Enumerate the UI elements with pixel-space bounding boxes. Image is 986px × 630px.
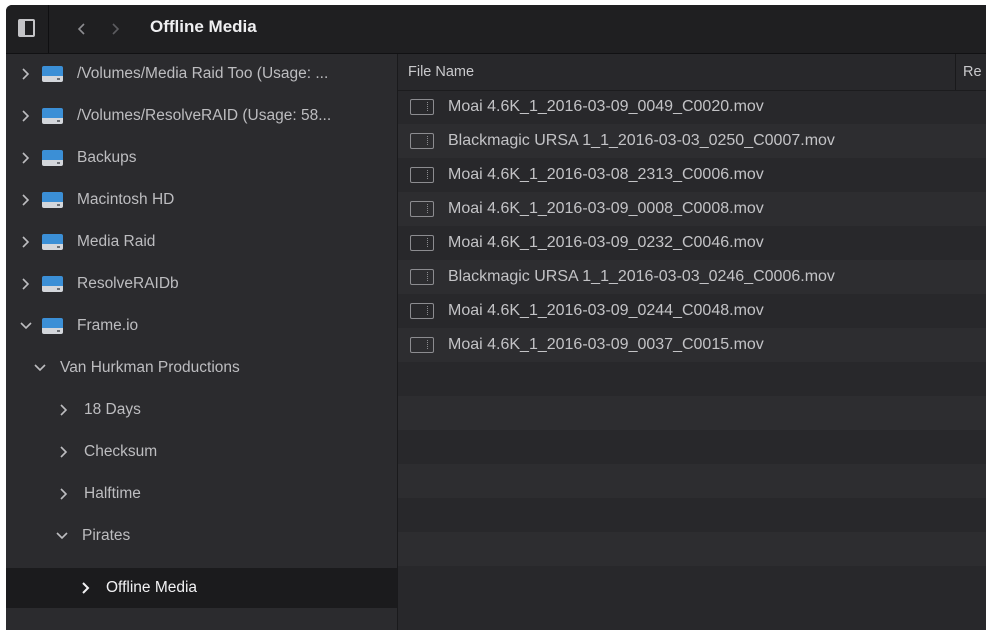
tree-item-macintosh-hd[interactable]: Macintosh HD [6, 180, 397, 220]
tree-item-label: ResolveRAIDb [77, 275, 179, 292]
drive-icon [42, 276, 63, 292]
tree-item-label: Macintosh HD [77, 191, 175, 208]
tree-item-resolveraidb[interactable]: ResolveRAIDb [6, 264, 397, 304]
film-clip-icon [410, 133, 434, 149]
file-rows: Moai 4.6K_1_2016-03-09_0049_C0020.mov Bl… [398, 90, 986, 600]
tree-item-offline-media[interactable]: Offline Media [6, 568, 397, 608]
column-header-reel[interactable]: Re [963, 64, 982, 80]
file-name: Blackmagic URSA 1_1_2016-03-03_0250_C000… [448, 132, 835, 149]
file-row[interactable]: Moai 4.6K_1_2016-03-09_0049_C0020.mov [398, 90, 986, 124]
drive-icon [42, 108, 63, 124]
chevron-left-icon [77, 23, 85, 35]
film-clip-icon [410, 269, 434, 285]
tree-item-18-days[interactable]: 18 Days [6, 390, 397, 430]
tree-item-label: Checksum [84, 443, 158, 460]
file-name: Moai 4.6K_1_2016-03-09_0244_C0048.mov [448, 302, 764, 319]
media-browser-window: Offline Media /Volumes/Media Raid Too (U… [6, 5, 986, 630]
forward-button[interactable] [107, 19, 123, 39]
tree-item-frame-io[interactable]: Frame.io [6, 306, 397, 346]
tree-item-label: Van Hurkman Productions [60, 359, 240, 376]
file-row[interactable]: Blackmagic URSA 1_1_2016-03-03_0250_C000… [398, 124, 986, 158]
drive-icon [42, 234, 63, 250]
toolbar: Offline Media [6, 5, 986, 54]
tree-item-label: Frame.io [77, 317, 139, 334]
file-row[interactable]: Moai 4.6K_1_2016-03-09_0244_C0048.mov [398, 294, 986, 328]
file-name: Moai 4.6K_1_2016-03-09_0008_C0008.mov [448, 200, 764, 217]
tree-item-label: Halftime [84, 485, 141, 502]
file-name: Moai 4.6K_1_2016-03-09_0049_C0020.mov [448, 98, 764, 115]
drive-icon [42, 150, 63, 166]
tree-item-halftime[interactable]: Halftime [6, 474, 397, 514]
chevron-right-icon[interactable] [20, 192, 32, 208]
tree-item-resolveraid[interactable]: /Volumes/ResolveRAID (Usage: 58... [6, 96, 397, 136]
chevron-right-icon[interactable] [80, 580, 92, 596]
file-row[interactable]: Moai 4.6K_1_2016-03-08_2313_C0006.mov [398, 158, 986, 192]
file-row[interactable]: Moai 4.6K_1_2016-03-09_0232_C0046.mov [398, 226, 986, 260]
chevron-right-icon[interactable] [58, 402, 70, 418]
current-folder-title: Offline Media [150, 17, 257, 36]
file-name: Moai 4.6K_1_2016-03-09_0037_C0015.mov [448, 336, 764, 353]
chevron-right-icon[interactable] [20, 108, 32, 124]
tree-item-label: Backups [77, 149, 137, 166]
file-name: Blackmagic URSA 1_1_2016-03-03_0246_C000… [448, 268, 835, 285]
file-name: Moai 4.6K_1_2016-03-09_0232_C0046.mov [448, 234, 764, 251]
tree-item-media-raid-too[interactable]: /Volumes/Media Raid Too (Usage: ... [6, 54, 397, 94]
film-clip-icon [410, 337, 434, 353]
tree-item-checksum[interactable]: Checksum [6, 432, 397, 472]
tree-item-pirates[interactable]: Pirates [6, 516, 397, 556]
tree-item-media-raid[interactable]: Media Raid [6, 222, 397, 262]
file-name: Moai 4.6K_1_2016-03-08_2313_C0006.mov [448, 166, 764, 183]
film-clip-icon [410, 167, 434, 183]
chevron-down-icon[interactable] [20, 318, 32, 334]
tree-item-label: Offline Media [106, 579, 198, 596]
empty-row [398, 430, 986, 464]
tree-item-label: Media Raid [77, 233, 156, 250]
file-row[interactable]: Blackmagic URSA 1_1_2016-03-03_0246_C000… [398, 260, 986, 294]
toolbar-divider [48, 5, 49, 53]
back-button[interactable] [74, 19, 90, 39]
film-clip-icon [410, 99, 434, 115]
tree-item-label: /Volumes/Media Raid Too (Usage: ... [77, 65, 329, 82]
empty-row [398, 362, 986, 396]
tree-item-label: Pirates [82, 527, 131, 544]
empty-row [398, 498, 986, 532]
column-divider[interactable] [955, 54, 956, 90]
folder-tree-sidebar: /Volumes/Media Raid Too (Usage: ... /Vol… [6, 54, 398, 630]
chevron-right-icon[interactable] [20, 234, 32, 250]
empty-row [398, 532, 986, 566]
film-clip-icon [410, 235, 434, 251]
tree-item-label: /Volumes/ResolveRAID (Usage: 58... [77, 107, 332, 124]
column-header-file-name[interactable]: File Name [408, 64, 474, 80]
empty-row [398, 396, 986, 430]
column-header-row: File Name Re [398, 54, 986, 91]
chevron-right-icon[interactable] [58, 444, 70, 460]
sidebar-toggle-icon[interactable] [18, 19, 35, 37]
file-list-panel: File Name Re Moai 4.6K_1_2016-03-09_0049… [398, 54, 986, 630]
empty-row [398, 464, 986, 498]
chevron-right-icon[interactable] [20, 66, 32, 82]
drive-icon [42, 192, 63, 208]
drive-icon [42, 66, 63, 82]
file-row[interactable]: Moai 4.6K_1_2016-03-09_0037_C0015.mov [398, 328, 986, 362]
chevron-down-icon[interactable] [34, 360, 46, 376]
tree-item-backups[interactable]: Backups [6, 138, 397, 178]
empty-row [398, 566, 986, 600]
file-row[interactable]: Moai 4.6K_1_2016-03-09_0008_C0008.mov [398, 192, 986, 226]
tree-item-van-hurkman-productions[interactable]: Van Hurkman Productions [6, 348, 397, 388]
film-clip-icon [410, 303, 434, 319]
tree-item-label: 18 Days [84, 401, 141, 418]
chevron-right-icon [112, 23, 120, 35]
film-clip-icon [410, 201, 434, 217]
chevron-right-icon[interactable] [58, 486, 70, 502]
drive-icon [42, 318, 63, 334]
chevron-right-icon[interactable] [20, 150, 32, 166]
chevron-right-icon[interactable] [20, 276, 32, 292]
chevron-down-icon[interactable] [56, 528, 68, 544]
